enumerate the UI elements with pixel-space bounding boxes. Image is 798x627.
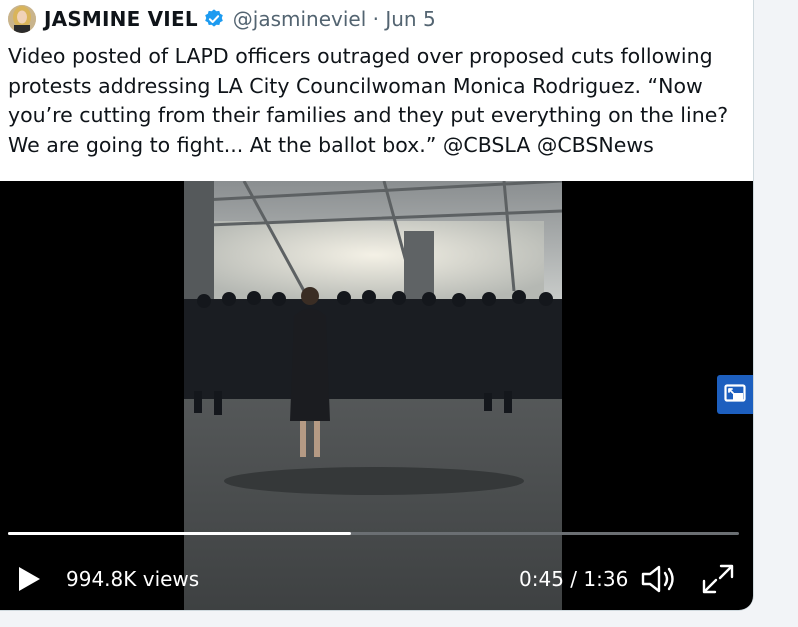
handle-text: @jasmineviel: [232, 7, 367, 31]
current-time: 0:45: [519, 567, 564, 591]
video-still-image: [184, 181, 562, 610]
author-avatar[interactable]: [8, 5, 36, 33]
progress-bar[interactable]: [8, 532, 739, 535]
author-name[interactable]: JASMINE VIEL: [44, 7, 198, 31]
fullscreen-icon[interactable]: [701, 563, 735, 595]
tweet-header: JASMINE VIEL @jasmineviel · Jun 5: [8, 5, 436, 33]
tweet-card: JASMINE VIEL @jasmineviel · Jun 5 Video …: [0, 0, 754, 611]
view-count: 994.8K views: [66, 567, 200, 591]
video-frame: [184, 181, 562, 610]
author-handle[interactable]: @jasmineviel · Jun 5: [233, 7, 436, 31]
date-separator: ·: [372, 7, 379, 31]
tweet-date[interactable]: Jun 5: [385, 7, 435, 31]
verified-badge-icon: [204, 9, 223, 27]
volume-icon[interactable]: [640, 563, 678, 595]
duration: 1:36: [583, 567, 629, 591]
tweet-text: Video posted of LAPD officers outraged o…: [8, 44, 729, 157]
video-player[interactable]: 994.8K views 0:45 / 1:36: [0, 181, 753, 610]
avatar-image: [8, 5, 36, 33]
picture-in-picture-button[interactable]: [717, 375, 753, 414]
progress-fill: [8, 532, 351, 535]
play-icon[interactable]: [14, 564, 44, 594]
playback-time: 0:45 / 1:36: [519, 567, 628, 591]
time-separator: /: [570, 567, 578, 591]
picture-in-picture-icon: [724, 384, 746, 402]
